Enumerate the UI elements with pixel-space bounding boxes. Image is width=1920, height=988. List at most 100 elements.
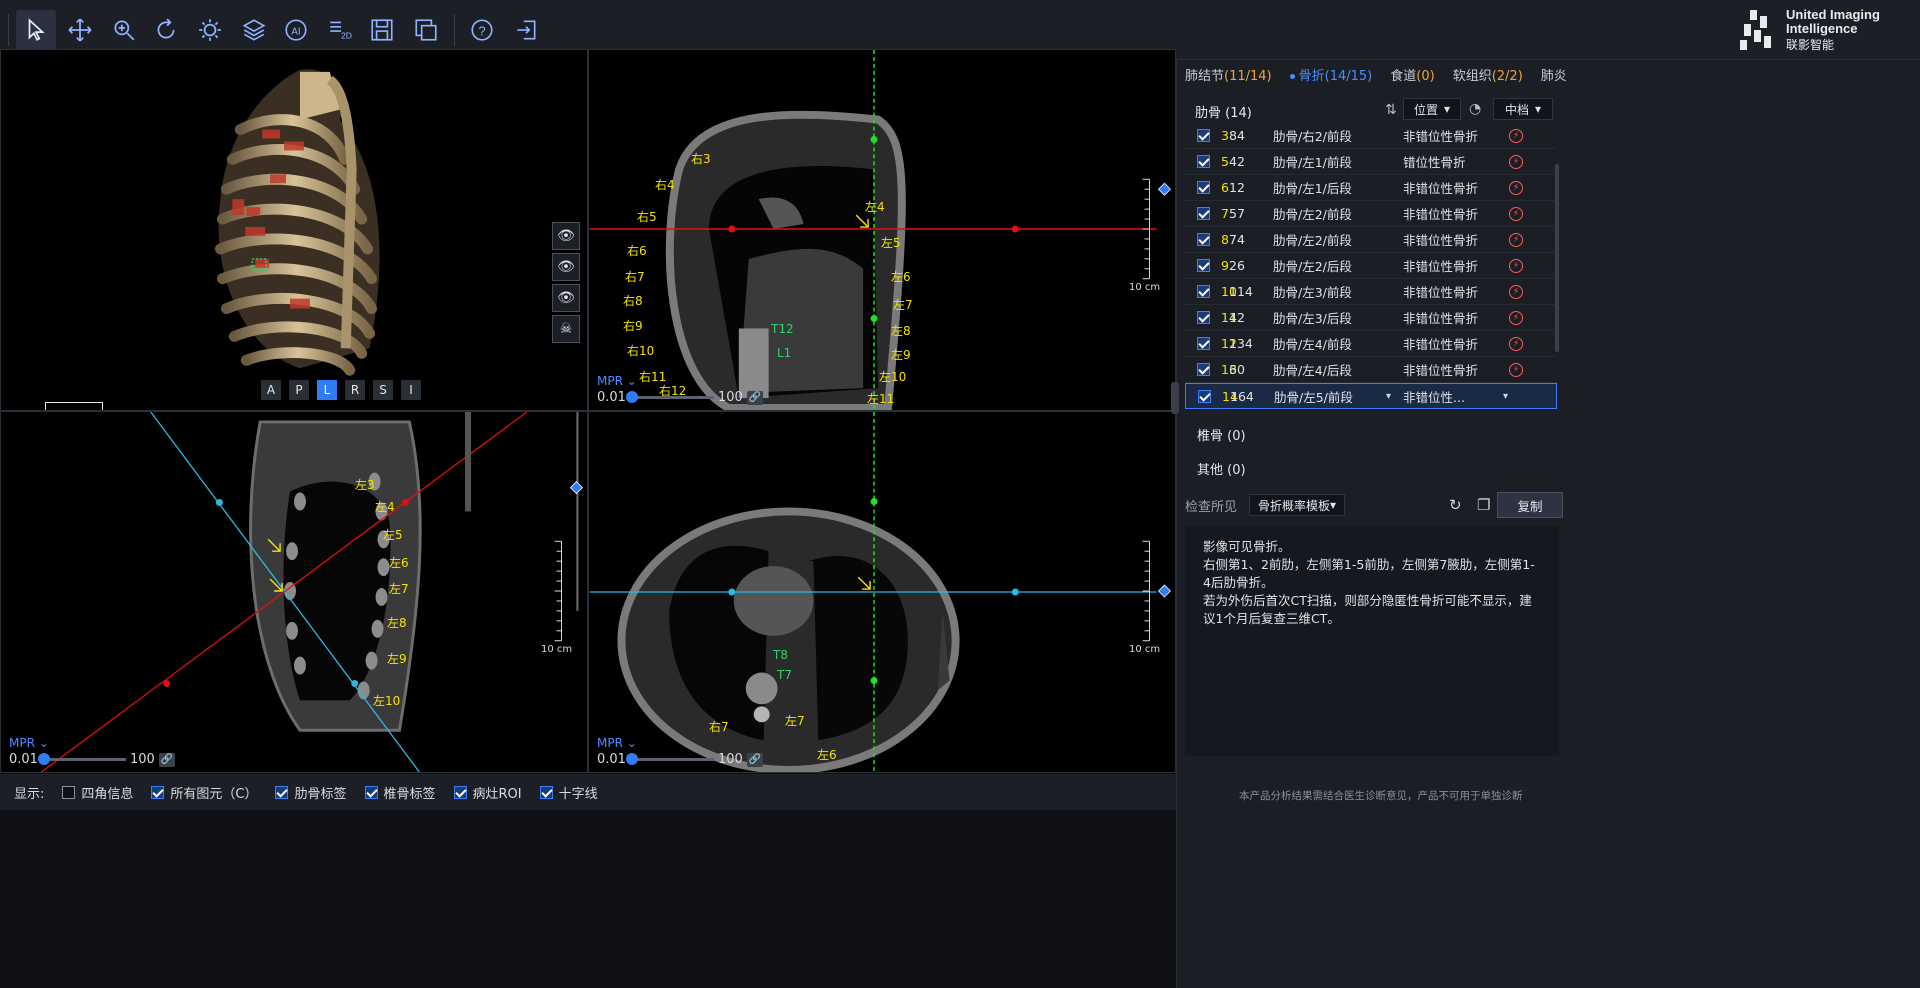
exit-button[interactable] [506,10,546,50]
table-row[interactable]: 8 74 肋骨/左2/前段 非错位性骨折 ⚡ [1185,227,1557,253]
checkbox-box[interactable] [453,785,467,799]
slider-knob[interactable] [625,753,638,765]
tab-fracture[interactable]: 骨折(14/15) [1282,59,1383,90]
pan-tool-button[interactable] [60,10,100,50]
caret-down-icon[interactable]: ▾ [1503,391,1508,402]
row-checkbox[interactable] [1197,129,1210,142]
corner-info-checkbox[interactable]: 四角信息 [62,783,133,802]
slider-knob[interactable] [625,391,638,403]
ai-button[interactable]: AI [276,10,316,50]
level-dropdown[interactable]: 中档 ▾ [1493,98,1553,120]
list-scrollbar[interactable] [1555,164,1559,352]
position-dropdown[interactable]: 位置 ▾ [1403,98,1461,120]
report-text[interactable]: 影像可见骨折。 右侧第1、2前肋，左侧第1-5前肋，左侧第7腋肋，左侧第1-4后… [1185,526,1559,756]
table-row[interactable]: 12 134 肋骨/左4/前段 非错位性骨折 ⚡ [1185,331,1557,357]
visibility-toggle-2[interactable]: 👁 [552,253,580,281]
orient-button-i[interactable]: I [401,380,421,400]
vertebra-label-checkbox[interactable]: 椎骨标签 [364,783,436,802]
crosshair-checkbox[interactable]: 十字线 [539,783,598,802]
table-row[interactable]: 7 57 肋骨/左2/前段 非错位性骨折 ⚡ [1185,201,1557,227]
row-checkbox[interactable] [1198,390,1211,403]
slider-track[interactable] [625,753,714,765]
row-checkbox[interactable] [1197,363,1210,376]
checkbox-box[interactable] [151,785,165,799]
visibility-toggle-1[interactable]: 👁 [552,222,580,250]
alert-icon[interactable]: ⚡ [1509,128,1523,143]
alert-icon[interactable]: ⚡ [1509,206,1523,221]
mpr-dropdown[interactable]: MPR ⌄ [597,374,637,388]
panel-collapse-handle[interactable] [1171,382,1179,414]
alert-icon[interactable]: ⚡ [1509,310,1523,325]
alert-icon[interactable]: ⚡ [1509,154,1523,169]
table-row[interactable]: 5 42 肋骨/左1/前段 错位性骨折 ⚡ [1185,149,1557,175]
table-row[interactable]: 13 60 肋骨/左4/后段 非错位性骨折 ⚡ [1185,357,1557,383]
alert-icon[interactable]: ⚡ [1509,362,1523,377]
vertebra-section-header[interactable]: 椎骨 (0) [1197,425,1246,444]
layers-button[interactable] [234,10,274,50]
other-section-header[interactable]: 其他 (0) [1197,459,1246,478]
save-button[interactable] [362,10,402,50]
select-tool-button[interactable] [16,10,56,50]
table-row[interactable]: 11 42 肋骨/左3/后段 非错位性骨折 ⚡ [1185,305,1557,331]
slider-track[interactable] [37,753,126,765]
all-primitives-checkbox[interactable]: 所有图元（C） [151,783,257,802]
thickness-slider[interactable]: 0.01 100 🔗 [597,390,763,405]
slider-knob[interactable] [37,753,50,765]
volume-render-viewport[interactable]: 👁 👁 👁 ☠ L A P L R S I [0,49,588,411]
row-checkbox[interactable] [1197,337,1210,350]
orient-button-r[interactable]: R [345,380,365,400]
tab-lung-nodule[interactable]: 肺结节(11/14) [1177,59,1282,90]
clipboard-icon[interactable]: ❐ [1477,496,1490,514]
mpr-dropdown[interactable]: MPR ⌄ [9,736,49,750]
checkbox-box[interactable] [364,785,378,799]
visibility-toggle-3[interactable]: 👁 [552,284,580,312]
tab-esophagus[interactable]: 食道(0) [1382,59,1444,90]
alert-icon[interactable]: ⚡ [1509,336,1523,351]
alert-icon[interactable]: ⚡ [1509,180,1523,195]
orient-button-l[interactable]: L [317,380,337,400]
row-checkbox[interactable] [1197,181,1210,194]
orient-button-a[interactable]: A [261,380,281,400]
coronal-viewport[interactable]: 右3 右4 右5 右6 右7 右8 右9 右10 右11 右12 左4 左5 左… [588,49,1176,411]
orient-button-p[interactable]: P [289,380,309,400]
alert-icon[interactable]: ⚡ [1509,258,1523,273]
thickness-slider[interactable]: 0.01 100 🔗 [9,752,175,767]
thickness-slider[interactable]: 0.01 100 🔗 [597,752,763,767]
orient-button-s[interactable]: S [373,380,393,400]
row-checkbox[interactable] [1197,233,1210,246]
sagittal-viewport[interactable]: 左3 左4 左5 左6 左7 左8 左9 左10 10 cm MPR ⌄ 0.0… [0,411,588,773]
row-checkbox[interactable] [1197,259,1210,272]
link-icon[interactable]: 🔗 [746,390,763,405]
table-row[interactable]: 6 12 肋骨/左1/后段 非错位性骨折 ⚡ [1185,175,1557,201]
mpr-dropdown[interactable]: MPR ⌄ [597,736,637,750]
lesion-roi-checkbox[interactable]: 病灶ROI [453,783,522,802]
link-icon[interactable]: 🔗 [746,752,763,767]
tab-pneumonia[interactable]: 肺炎 [1533,59,1577,90]
slider-track[interactable] [625,391,714,403]
row-checkbox[interactable] [1197,207,1210,220]
link-icon[interactable]: 🔗 [158,752,175,767]
row-checkbox[interactable] [1197,311,1210,324]
zoom-tool-button[interactable] [104,10,144,50]
skeleton-mode-button[interactable]: ☠ [552,315,580,343]
window-level-button[interactable] [190,10,230,50]
alert-icon[interactable]: ⚡ [1509,232,1523,247]
table-row[interactable]: 9 26 肋骨/左2/后段 非错位性骨折 ⚡ [1185,253,1557,279]
template-dropdown[interactable]: 骨折概率模板 ▾ [1249,494,1346,516]
row-checkbox[interactable] [1197,285,1210,298]
rotate-tool-button[interactable] [146,10,186,50]
table-row[interactable]: 14 164 肋骨/左5/前段 ▾ 非错位性... ▾ [1185,383,1557,409]
copy-button[interactable]: 复制 [1497,492,1563,518]
help-button[interactable]: ? [462,10,502,50]
checkbox-box[interactable] [62,785,76,799]
export-button[interactable] [406,10,446,50]
rib-label-checkbox[interactable]: 肋骨标签 [275,783,347,802]
table-row[interactable]: 3 84 肋骨/右2/前段 非错位性骨折 ⚡ [1185,123,1557,149]
2d-view-button[interactable]: 2D [320,10,360,50]
alert-icon[interactable]: ⚡ [1509,284,1523,299]
tab-soft-tissue[interactable]: 软组织(2/2) [1445,59,1533,90]
refresh-icon[interactable]: ↻ [1449,496,1462,514]
row-checkbox[interactable] [1197,155,1210,168]
checkbox-box[interactable] [275,785,289,799]
sort-icon[interactable]: ⇅ [1385,102,1397,118]
